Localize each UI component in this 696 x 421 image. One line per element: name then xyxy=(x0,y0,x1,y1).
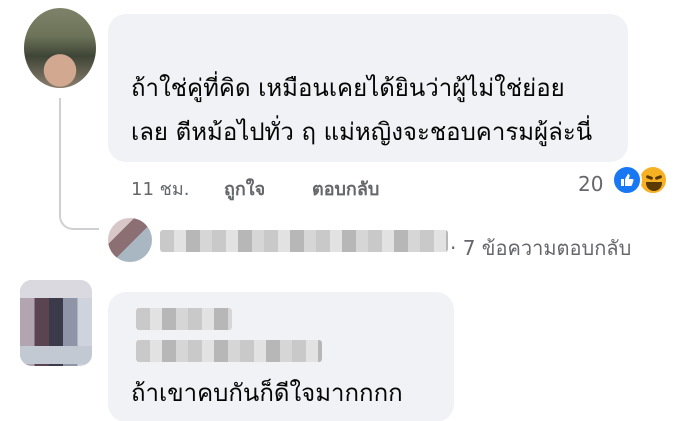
reply-author-avatar[interactable] xyxy=(108,218,152,262)
comment-author-name-redacted[interactable] xyxy=(136,308,232,330)
comment-timestamp[interactable]: 11 ชม. xyxy=(131,174,189,203)
haha-icon[interactable] xyxy=(638,165,668,195)
comment-text-redacted xyxy=(136,340,322,362)
reaction-count[interactable]: 20 xyxy=(578,172,603,196)
comment-text-line-1: ถ้าใช่คู่ที่คิด เหมือนเคยได้ยินว่าผู้ไม่… xyxy=(131,74,565,102)
comment-text: ถ้าเขาคบกันก็ดีใจมากกกก xyxy=(131,379,403,407)
like-icon[interactable] xyxy=(612,165,642,195)
like-button[interactable]: ถูกใจ xyxy=(224,174,265,203)
comment-author-avatar[interactable] xyxy=(20,280,92,366)
reply-button[interactable]: ตอบกลับ xyxy=(312,174,379,203)
view-replies-link[interactable]: · 7 ข้อความตอบกลับ xyxy=(450,232,631,264)
comment-text-line-2: เลย ตีหม้อไปทั่ว ฤ แม่หญิงจะชอบคารมผู้ล่… xyxy=(131,118,593,146)
reply-author-name-redacted[interactable] xyxy=(160,230,448,252)
thread-connector-curve xyxy=(59,190,99,230)
comment-author-avatar[interactable] xyxy=(24,8,96,88)
